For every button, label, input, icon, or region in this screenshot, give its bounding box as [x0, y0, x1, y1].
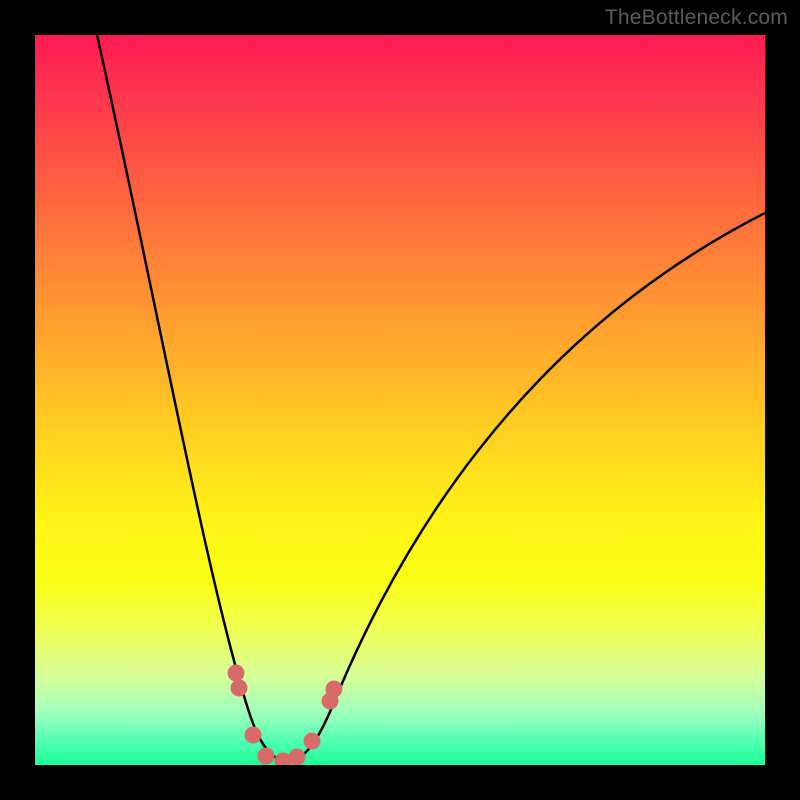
plot-area	[35, 35, 765, 765]
curve-marker	[304, 733, 321, 750]
curve-marker	[289, 749, 306, 766]
bottleneck-curve	[97, 35, 765, 761]
curve-layer	[35, 35, 765, 765]
curve-marker	[245, 727, 262, 744]
curve-marker	[326, 681, 343, 698]
curve-marker	[231, 680, 248, 697]
curve-marker	[258, 748, 275, 765]
curve-marker	[228, 665, 245, 682]
watermark-text: TheBottleneck.com	[605, 6, 788, 30]
chart-frame: TheBottleneck.com	[0, 0, 800, 800]
curve-markers	[228, 665, 343, 766]
